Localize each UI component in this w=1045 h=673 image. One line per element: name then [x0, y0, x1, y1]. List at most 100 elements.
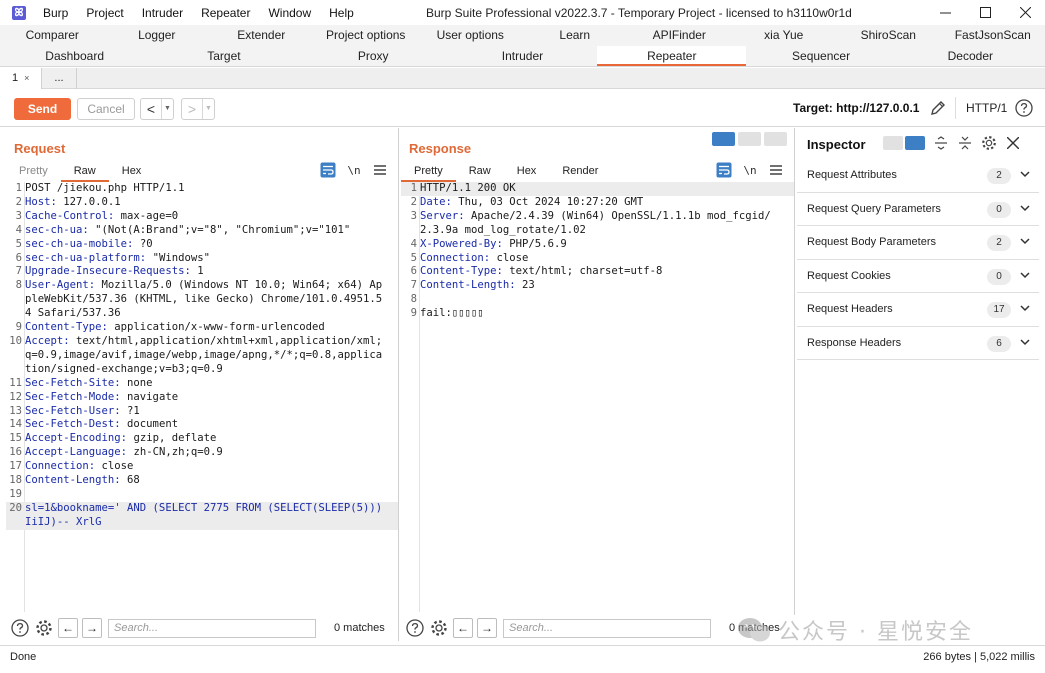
request-match-count: 0 matches	[334, 622, 385, 634]
tab-intruder[interactable]: Intruder	[448, 46, 597, 66]
forward-arrow-icon[interactable]: >	[182, 101, 202, 117]
gear-icon[interactable]	[34, 618, 54, 638]
tab-project-options[interactable]: Project options	[314, 25, 419, 46]
tab-user-options[interactable]: User options	[418, 25, 523, 46]
request-tab-pretty[interactable]: Pretty	[6, 162, 61, 182]
response-tab-raw[interactable]: Raw	[456, 162, 504, 182]
wrap-lines-icon[interactable]	[320, 162, 336, 178]
close-tab-icon[interactable]: ×	[24, 73, 29, 83]
hamburger-menu-icon[interactable]	[768, 162, 784, 178]
gear-icon[interactable]	[429, 618, 449, 638]
code-line: 1 POST /jiekou.php HTTP/1.1	[6, 182, 398, 196]
line-text: sec-ch-ua: "(Not(A:Brand";v="8", "Chromi…	[25, 224, 387, 238]
newline-toggle[interactable]: \n	[742, 162, 758, 178]
request-search-input[interactable]: Search...	[108, 618, 316, 638]
header-value: ?0	[133, 237, 153, 250]
chevron-down-icon[interactable]	[1019, 235, 1031, 247]
tab-dashboard[interactable]: Dashboard	[0, 46, 149, 66]
history-back-group[interactable]: < ▼	[140, 98, 174, 120]
tab-extender[interactable]: Extender	[209, 25, 314, 46]
header-value: 68	[120, 474, 140, 487]
inspector-section-request-body-parameters[interactable]: Request Body Parameters 2	[797, 226, 1039, 260]
inspector-list-layout-icon[interactable]	[883, 136, 903, 150]
menu-help[interactable]: Help	[320, 6, 363, 20]
close-window-icon[interactable]	[1005, 0, 1045, 25]
request-editor-icons: \n	[320, 162, 388, 178]
expand-all-icon[interactable]	[933, 135, 949, 151]
tab-shiroscan[interactable]: ShiroScan	[836, 25, 941, 46]
chevron-down-icon[interactable]	[1019, 336, 1031, 348]
tab-sequencer[interactable]: Sequencer	[746, 46, 895, 66]
line-text: Content-Type: text/html; charset=utf-8	[420, 265, 782, 279]
request-tab-hex[interactable]: Hex	[109, 162, 155, 182]
code-line: 2 Host: 127.0.0.1	[6, 196, 398, 210]
gear-icon[interactable]	[981, 135, 997, 151]
stacked-layout-icon[interactable]	[738, 132, 761, 146]
tab-proxy[interactable]: Proxy	[299, 46, 448, 66]
chevron-down-icon[interactable]	[1019, 202, 1031, 214]
tab-decoder[interactable]: Decoder	[896, 46, 1045, 66]
menu-burp[interactable]: Burp	[34, 6, 77, 20]
menu-window[interactable]: Window	[259, 6, 320, 20]
inspector-sections: Request Attributes 2 Request Query Param…	[797, 159, 1039, 360]
tab-xia-yue[interactable]: xia Yue	[732, 25, 837, 46]
inspector-split-layout-icon[interactable]	[905, 136, 925, 150]
inspector-section-request-query-parameters[interactable]: Request Query Parameters 0	[797, 193, 1039, 226]
tab-repeater[interactable]: Repeater	[597, 46, 747, 66]
menu-project[interactable]: Project	[77, 6, 132, 20]
window-controls	[925, 0, 1045, 25]
tab-logger[interactable]: Logger	[105, 25, 210, 46]
side-by-side-layout-icon[interactable]	[712, 132, 735, 146]
tab-learn[interactable]: Learn	[523, 25, 628, 46]
wrap-lines-icon[interactable]	[716, 162, 732, 178]
menu-intruder[interactable]: Intruder	[133, 6, 192, 20]
history-forward-group[interactable]: > ▼	[181, 98, 215, 120]
search-previous-icon[interactable]: ←	[58, 618, 78, 638]
request-tab-raw[interactable]: Raw	[60, 162, 109, 182]
minimize-icon[interactable]	[925, 0, 965, 25]
tab-comparer[interactable]: Comparer	[0, 25, 105, 46]
header-name: Connection:	[420, 251, 491, 264]
response-search-input[interactable]: Search...	[503, 618, 711, 638]
search-previous-icon[interactable]: ←	[453, 618, 473, 638]
response-tab-pretty[interactable]: Pretty	[401, 162, 456, 182]
search-next-icon[interactable]: →	[477, 618, 497, 638]
help-icon[interactable]	[405, 618, 425, 638]
hamburger-menu-icon[interactable]	[372, 162, 388, 178]
tab-target[interactable]: Target	[149, 46, 298, 66]
help-icon[interactable]	[10, 618, 30, 638]
chevron-down-icon[interactable]	[1019, 168, 1031, 180]
response-tab-hex[interactable]: Hex	[504, 162, 550, 182]
newline-toggle[interactable]: \n	[346, 162, 362, 178]
inspector-section-request-attributes[interactable]: Request Attributes 2	[797, 159, 1039, 193]
chevron-down-icon[interactable]	[1019, 302, 1031, 314]
send-button[interactable]: Send	[14, 98, 71, 120]
back-arrow-icon[interactable]: <	[141, 101, 161, 117]
pencil-icon[interactable]	[929, 99, 947, 117]
header-value: fail:▯▯▯▯▯	[420, 307, 484, 320]
menu-repeater[interactable]: Repeater	[192, 6, 259, 20]
tab-apifinder[interactable]: APIFinder	[627, 25, 732, 46]
back-dropdown-icon[interactable]: ▼	[161, 99, 173, 119]
maximize-icon[interactable]	[965, 0, 1005, 25]
tab-fastjsonscan[interactable]: FastJsonScan	[941, 25, 1045, 46]
chevron-down-icon[interactable]	[1019, 269, 1031, 281]
search-next-icon[interactable]: →	[82, 618, 102, 638]
inspector-section-response-headers[interactable]: Response Headers 6	[797, 327, 1039, 360]
response-editor[interactable]: 1 HTTP/1.1 200 OK 2 Date: Thu, 03 Oct 2024 …	[401, 182, 794, 612]
close-icon[interactable]	[1005, 135, 1021, 151]
request-editor[interactable]: 1 POST /jiekou.php HTTP/1.1 2 Host: 127.0.0…	[6, 182, 398, 612]
tabbed-layout-icon[interactable]	[764, 132, 787, 146]
burp-logo-icon: ꕤ	[12, 5, 26, 20]
inspector-section-request-headers[interactable]: Request Headers 17	[797, 293, 1039, 327]
forward-dropdown-icon[interactable]: ▼	[202, 99, 214, 119]
repeater-tab-more[interactable]: ...	[42, 68, 77, 89]
collapse-all-icon[interactable]	[957, 135, 973, 151]
response-tab-render[interactable]: Render	[549, 162, 611, 182]
http-version-toggle[interactable]: HTTP/1	[966, 101, 1007, 115]
line-text: Host: 127.0.0.1	[25, 196, 387, 210]
repeater-tab-1[interactable]: 1 ×	[0, 68, 43, 89]
inspector-section-request-cookies[interactable]: Request Cookies 0	[797, 260, 1039, 293]
cancel-button[interactable]: Cancel	[77, 98, 135, 120]
help-icon[interactable]	[1015, 99, 1033, 117]
